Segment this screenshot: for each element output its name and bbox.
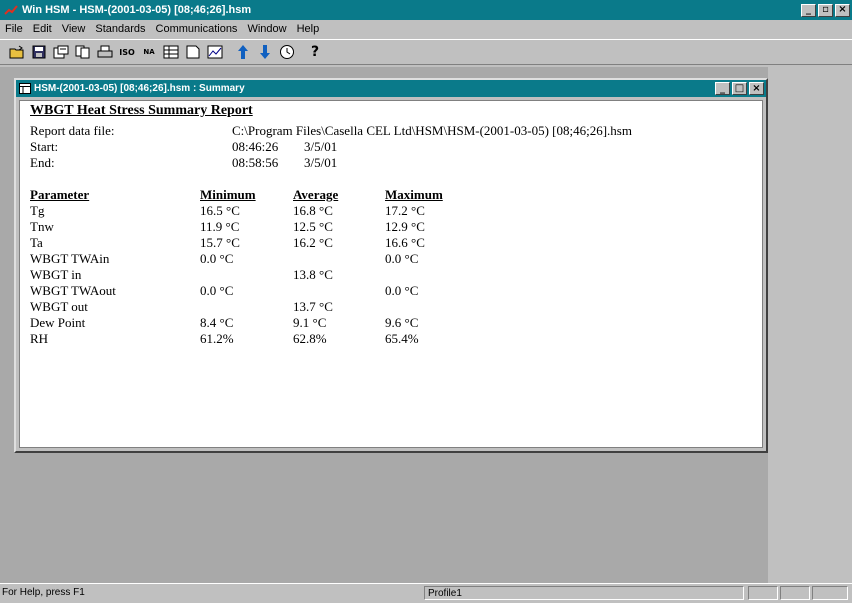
col-header-maximum: Maximum (385, 187, 443, 202)
help-icon[interactable]: ? (305, 42, 325, 62)
mdi-workspace: HSM-(2001-03-05) [08;46;26].hsm : Summar… (0, 67, 852, 583)
status-pane-1 (748, 586, 778, 600)
avg-cell: 62.8% (293, 331, 327, 346)
table-icon[interactable] (161, 42, 181, 62)
min-cell: 16.5 °C (200, 203, 240, 218)
param-cell: Dew Point (30, 315, 86, 330)
child-close-button[interactable]: × (749, 82, 764, 95)
graph-icon[interactable] (205, 42, 225, 62)
na-icon[interactable]: NA (139, 42, 159, 62)
start-time: 08:46:26 (232, 139, 279, 154)
max-cell: 12.9 °C (385, 219, 425, 234)
status-pane-2 (780, 586, 810, 600)
max-cell: 0.0 °C (385, 251, 419, 266)
param-cell: WBGT TWAin (30, 251, 110, 266)
menu-view[interactable]: View (57, 23, 91, 35)
summary-window-title-bar: HSM-(2001-03-05) [08;46;26].hsm : Summar… (16, 80, 766, 97)
file-label: Report data file: (30, 123, 115, 138)
copy-icon[interactable] (73, 42, 93, 62)
app-title-bar: Win HSM - HSM-(2001-03-05) [08;46;26].hs… (0, 0, 852, 20)
menu-window[interactable]: Window (242, 23, 291, 35)
menu-standards[interactable]: Standards (90, 23, 150, 35)
status-help-text: For Help, press F1 (2, 587, 85, 598)
min-cell: 61.2% (200, 331, 234, 346)
report-file-row: Report data file: (30, 123, 114, 139)
properties-icon[interactable] (51, 42, 71, 62)
arrow-up-icon[interactable] (233, 42, 253, 62)
app-title: Win HSM - HSM-(2001-03-05) [08;46;26].hs… (22, 4, 252, 16)
param-cell: Ta (30, 235, 43, 250)
summary-window: HSM-(2001-03-05) [08;46;26].hsm : Summar… (14, 78, 768, 453)
param-cell: WBGT TWAout (30, 283, 116, 298)
param-cell: Tg (30, 203, 45, 218)
iso-icon[interactable]: ISO (117, 42, 137, 62)
child-maximize-button[interactable]: □ (732, 82, 747, 95)
document-icon (19, 83, 31, 94)
col-header-average: Average (293, 187, 339, 202)
avg-cell: 12.5 °C (293, 219, 333, 234)
param-cell: WBGT in (30, 267, 82, 282)
min-cell: 0.0 °C (200, 251, 234, 266)
report-icon[interactable] (183, 42, 203, 62)
col-header-minimum: Minimum (200, 187, 256, 202)
clock-icon[interactable] (277, 42, 297, 62)
status-bar: For Help, press F1 Profile1 (0, 583, 852, 603)
menu-file[interactable]: File (0, 23, 28, 35)
avg-cell: 16.2 °C (293, 235, 333, 250)
max-cell: 16.6 °C (385, 235, 425, 250)
app-icon (4, 5, 18, 15)
menu-help[interactable]: Help (292, 23, 325, 35)
menu-edit[interactable]: Edit (28, 23, 57, 35)
avg-cell: 16.8 °C (293, 203, 333, 218)
na-label: NA (143, 47, 155, 56)
start-label: Start: (30, 139, 59, 154)
status-profile: Profile1 (424, 586, 744, 600)
close-button[interactable]: × (835, 3, 850, 17)
right-panel (768, 67, 852, 583)
end-date: 3/5/01 (304, 155, 338, 170)
start-date: 3/5/01 (304, 139, 338, 154)
status-pane-3 (812, 586, 848, 600)
summary-window-title: HSM-(2001-03-05) [08;46;26].hsm : Summar… (34, 83, 245, 94)
col-header-parameter: Parameter (30, 187, 90, 202)
min-cell: 11.9 °C (200, 219, 240, 234)
param-cell: Tnw (30, 219, 54, 234)
menu-communications[interactable]: Communications (151, 23, 243, 35)
param-cell: WBGT out (30, 299, 88, 314)
menu-bar: File Edit View Standards Communications … (0, 20, 852, 38)
child-minimize-button[interactable]: _ (715, 82, 730, 95)
end-label: End: (30, 155, 55, 170)
print-icon[interactable] (95, 42, 115, 62)
param-cell: RH (30, 331, 49, 346)
save-icon[interactable] (29, 42, 49, 62)
avg-cell: 13.8 °C (293, 267, 333, 282)
file-value: C:\Program Files\Casella CEL Ltd\HSM\HSM… (232, 123, 632, 138)
end-time: 08:58:56 (232, 155, 279, 170)
max-cell: 9.6 °C (385, 315, 419, 330)
open-folder-icon[interactable] (7, 42, 27, 62)
max-cell: 65.4% (385, 331, 419, 346)
report-title: WBGT Heat Stress Summary Report (30, 103, 253, 118)
arrow-down-icon[interactable] (255, 42, 275, 62)
report-document: WBGT Heat Stress Summary Report Report d… (19, 100, 763, 448)
max-cell: 0.0 °C (385, 283, 419, 298)
min-cell: 0.0 °C (200, 283, 234, 298)
min-cell: 8.4 °C (200, 315, 234, 330)
minimize-button[interactable]: _ (801, 3, 816, 17)
avg-cell: 13.7 °C (293, 299, 333, 314)
min-cell: 15.7 °C (200, 235, 240, 250)
toolbar: ISO NA ? (0, 39, 852, 65)
restore-button[interactable]: ▫ (818, 3, 833, 17)
max-cell: 17.2 °C (385, 203, 425, 218)
avg-cell: 9.1 °C (293, 315, 327, 330)
